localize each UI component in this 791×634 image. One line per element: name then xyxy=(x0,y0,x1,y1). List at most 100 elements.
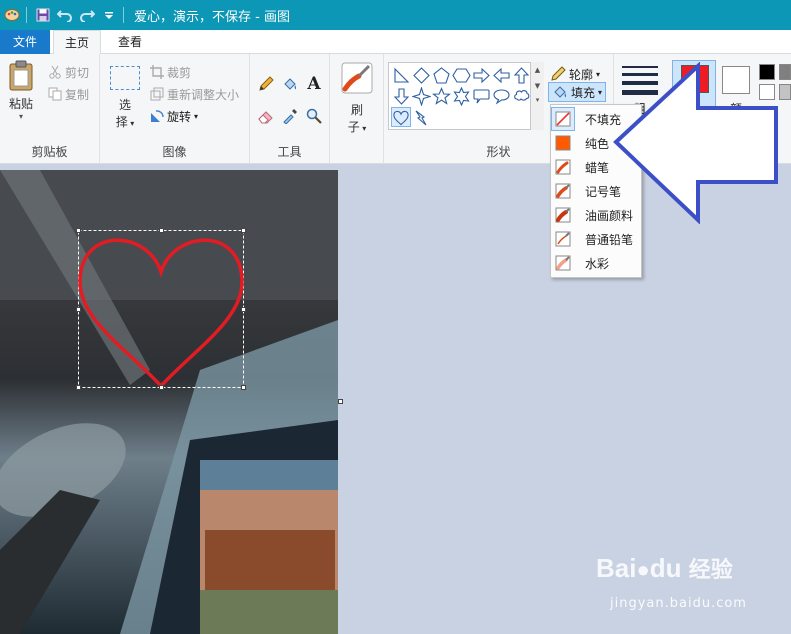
crop-label: 裁剪 xyxy=(167,65,192,80)
paste-label: 粘贴 xyxy=(8,97,33,111)
resize-icon xyxy=(150,87,164,101)
baidu-watermark: Bai●du 经验 jingyan.baidu.com xyxy=(596,552,786,622)
eraser-icon xyxy=(258,111,273,124)
oil-paint-icon xyxy=(551,203,575,227)
six-point-star-icon[interactable] xyxy=(451,86,471,106)
scroll-up-icon[interactable]: ▲ xyxy=(531,66,544,74)
selection-handle[interactable] xyxy=(159,228,164,233)
cut-button[interactable]: 剪切 xyxy=(48,62,89,82)
fill-option-pencil[interactable]: 普通铅笔 xyxy=(551,227,641,251)
no-fill-icon xyxy=(551,107,575,131)
crayon-icon xyxy=(551,155,575,179)
right-triangle-icon[interactable] xyxy=(391,65,411,85)
watermark-brand-cn: 经验 xyxy=(688,557,733,582)
resize-label: 重新调整大小 xyxy=(167,87,240,102)
eyedropper-icon xyxy=(283,109,297,124)
rotate-button[interactable]: 旋转 ▾ xyxy=(150,106,198,126)
tab-home[interactable]: 主页 xyxy=(53,30,101,55)
rotate-label: 旋转 xyxy=(167,109,192,124)
resize-button[interactable]: 重新调整大小 xyxy=(150,84,239,104)
diamond-icon[interactable] xyxy=(411,65,431,85)
outline-icon xyxy=(551,66,566,81)
watermark-brand-2: du xyxy=(649,553,682,583)
five-point-star-icon[interactable] xyxy=(431,86,451,106)
left-arrow-shape-icon[interactable] xyxy=(491,65,511,85)
tab-view[interactable]: 查看 xyxy=(108,30,152,54)
crop-button[interactable]: 裁剪 xyxy=(150,62,191,82)
shapes-gallery-scrollbar[interactable]: ▲ ▼ ▾ xyxy=(530,62,544,130)
copy-button[interactable]: 复制 xyxy=(48,84,89,104)
brushes-button[interactable]: 刷 子 ▾ xyxy=(338,62,376,138)
brushes-label-2: 子 ▾ xyxy=(347,120,367,134)
copy-icon xyxy=(48,87,62,101)
select-label-2: 择 ▾ xyxy=(115,115,135,129)
chevron-down-icon: ▾ xyxy=(18,112,23,121)
color-picker-tool[interactable] xyxy=(280,106,300,126)
right-arrow-shape-icon[interactable] xyxy=(471,65,491,85)
pencil-tool[interactable] xyxy=(256,74,276,94)
scroll-down-icon[interactable]: ▼ xyxy=(531,82,544,90)
undo-icon[interactable] xyxy=(55,5,75,25)
fill-button[interactable]: 填充 ▾ xyxy=(548,82,607,102)
select-label-1: 选 xyxy=(118,98,131,112)
tab-file[interactable]: 文件 xyxy=(0,30,50,54)
clipboard-group-label: 剪贴板 xyxy=(31,145,68,159)
hexagon-icon[interactable] xyxy=(451,65,471,85)
fill-label: 填充 xyxy=(571,85,596,100)
title-bar: 爱心，演示，不保存 - 画图 xyxy=(0,0,791,30)
down-arrow-shape-icon[interactable] xyxy=(391,86,411,106)
selection-handle[interactable] xyxy=(241,228,246,233)
customize-icon[interactable] xyxy=(99,5,119,25)
ribbon-tab-bar: 文件 主页 查看 xyxy=(0,30,791,55)
paste-button[interactable]: 粘贴 ▾ xyxy=(4,60,38,132)
tools-group: A 工具 xyxy=(250,54,330,164)
pentagon-icon[interactable] xyxy=(431,65,451,85)
solid-color-icon xyxy=(551,131,575,155)
pencil-icon xyxy=(259,76,274,91)
brush-icon xyxy=(341,62,373,94)
window-title: 爱心，演示，不保存 - 画图 xyxy=(134,9,290,25)
image-group-label: 图像 xyxy=(162,145,187,159)
heart-shape-icon[interactable] xyxy=(391,107,411,127)
selection-handle[interactable] xyxy=(241,307,246,312)
magnifier-tool[interactable] xyxy=(304,106,324,126)
tools-group-label: 工具 xyxy=(277,145,302,159)
outline-button[interactable]: 轮廓 ▾ xyxy=(550,64,600,84)
image-group: 选 择 ▾ 裁剪 重新调整大小 旋转 ▾ 图像 xyxy=(100,54,250,164)
crop-icon xyxy=(150,65,164,79)
app-menu-icon[interactable] xyxy=(2,5,22,25)
selection-handle[interactable] xyxy=(76,385,81,390)
brushes-label-1: 刷 xyxy=(350,103,363,117)
selection-handle[interactable] xyxy=(76,307,81,312)
watermark-url: jingyan.baidu.com xyxy=(610,596,747,611)
fill-option-watercolor[interactable]: 水彩 xyxy=(551,251,641,275)
drawing-canvas[interactable] xyxy=(0,170,338,634)
select-button[interactable]: 选 择 ▾ xyxy=(108,66,142,136)
cut-label: 剪切 xyxy=(65,65,90,80)
lightning-icon[interactable] xyxy=(411,107,431,127)
selection-handle[interactable] xyxy=(241,385,246,390)
fill-tool[interactable] xyxy=(280,74,300,94)
paint-bucket-icon xyxy=(284,78,297,90)
selection-handle[interactable] xyxy=(159,385,164,390)
rounded-callout-icon[interactable] xyxy=(471,86,491,106)
text-tool[interactable]: A xyxy=(304,74,324,94)
canvas-resize-handle[interactable] xyxy=(338,399,343,404)
annotation-arrow xyxy=(613,62,778,224)
redo-icon[interactable] xyxy=(77,5,97,25)
selection-handle[interactable] xyxy=(76,228,81,233)
title-separator xyxy=(123,7,124,23)
oval-callout-icon[interactable] xyxy=(491,86,511,106)
shapes-gallery xyxy=(388,62,544,130)
cloud-callout-icon[interactable] xyxy=(511,86,531,106)
save-icon[interactable] xyxy=(33,5,53,25)
expand-gallery-icon[interactable]: ▾ xyxy=(531,96,544,104)
watermark-brand-1: Bai xyxy=(596,553,637,583)
fill-bucket-icon xyxy=(554,86,567,98)
up-arrow-shape-icon[interactable] xyxy=(511,65,531,85)
select-icon xyxy=(110,66,140,90)
eraser-tool[interactable] xyxy=(256,106,276,126)
four-point-star-icon[interactable] xyxy=(411,86,431,106)
brushes-group: 刷 子 ▾ xyxy=(330,54,384,164)
paw-icon: ● xyxy=(636,557,650,582)
